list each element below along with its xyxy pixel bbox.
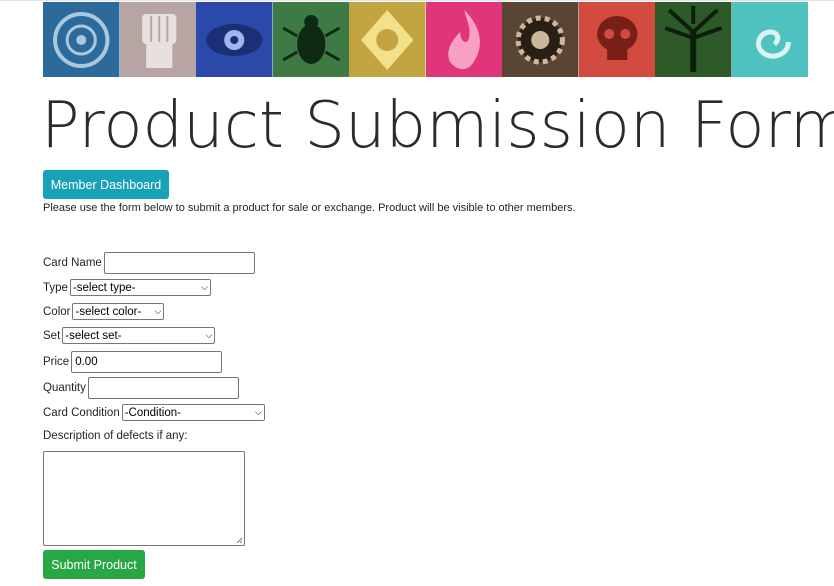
condition-row: Card Condition -Condition- ⌵ bbox=[43, 404, 265, 421]
card-name-row: Card Name bbox=[43, 252, 255, 274]
quantity-row: Quantity bbox=[43, 377, 239, 399]
banner-tile-flame bbox=[425, 2, 502, 77]
quantity-label: Quantity bbox=[43, 382, 86, 394]
description-row: Description of defects if any: bbox=[43, 430, 189, 442]
set-select-value: -select set- bbox=[65, 329, 122, 342]
condition-label: Card Condition bbox=[43, 406, 120, 419]
member-dashboard-button[interactable]: Member Dashboard bbox=[43, 170, 169, 199]
chevron-down-icon: ⌵ bbox=[154, 306, 162, 316]
banner-tile-eye bbox=[196, 2, 273, 77]
banner-tile-fist bbox=[119, 2, 196, 77]
description-label: Description of defects if any: bbox=[43, 430, 188, 442]
card-name-label: Card Name bbox=[43, 257, 102, 269]
card-name-input[interactable] bbox=[103, 252, 255, 274]
condition-select[interactable]: -Condition- ⌵ bbox=[121, 404, 265, 421]
banner-tile-circular-emblem bbox=[43, 2, 120, 77]
header-banner bbox=[43, 2, 808, 77]
color-select[interactable]: -select color- ⌵ bbox=[72, 303, 165, 320]
banner-tile-gear bbox=[502, 2, 579, 77]
resize-grip-icon[interactable] bbox=[235, 536, 243, 544]
type-select-value: -select type- bbox=[72, 281, 136, 294]
banner-tile-skull bbox=[578, 2, 655, 77]
page-title: Product Submission Form bbox=[41, 89, 834, 163]
chevron-down-icon: ⌵ bbox=[254, 407, 262, 417]
submit-product-button[interactable]: Submit Product bbox=[43, 550, 145, 579]
banner-tile-swirl bbox=[731, 2, 808, 77]
color-select-value: -select color- bbox=[75, 305, 142, 318]
set-label: Set bbox=[43, 329, 61, 342]
chevron-down-icon: ⌵ bbox=[205, 330, 213, 340]
top-border bbox=[0, 0, 834, 1]
description-textarea[interactable] bbox=[43, 451, 245, 546]
quantity-input[interactable] bbox=[87, 377, 239, 399]
condition-select-value: -Condition- bbox=[124, 406, 181, 419]
price-input[interactable] bbox=[71, 351, 223, 373]
price-row: Price bbox=[43, 351, 223, 373]
type-row: Type -select type- ⌵ bbox=[43, 279, 211, 296]
set-row: Set -select set- ⌵ bbox=[43, 327, 216, 344]
banner-tile-beetle bbox=[272, 2, 349, 77]
chevron-down-icon: ⌵ bbox=[201, 282, 208, 292]
intro-text: Please use the form below to submit a pr… bbox=[43, 202, 576, 214]
color-row: Color -select color- ⌵ bbox=[43, 303, 165, 320]
type-select[interactable]: -select type- ⌵ bbox=[69, 279, 211, 296]
banner-tile-tree bbox=[655, 2, 732, 77]
banner-tile-sun-diamond bbox=[349, 2, 426, 77]
price-label: Price bbox=[43, 356, 70, 368]
color-label: Color bbox=[43, 305, 71, 318]
set-select[interactable]: -select set- ⌵ bbox=[62, 327, 216, 344]
type-label: Type bbox=[43, 281, 68, 294]
